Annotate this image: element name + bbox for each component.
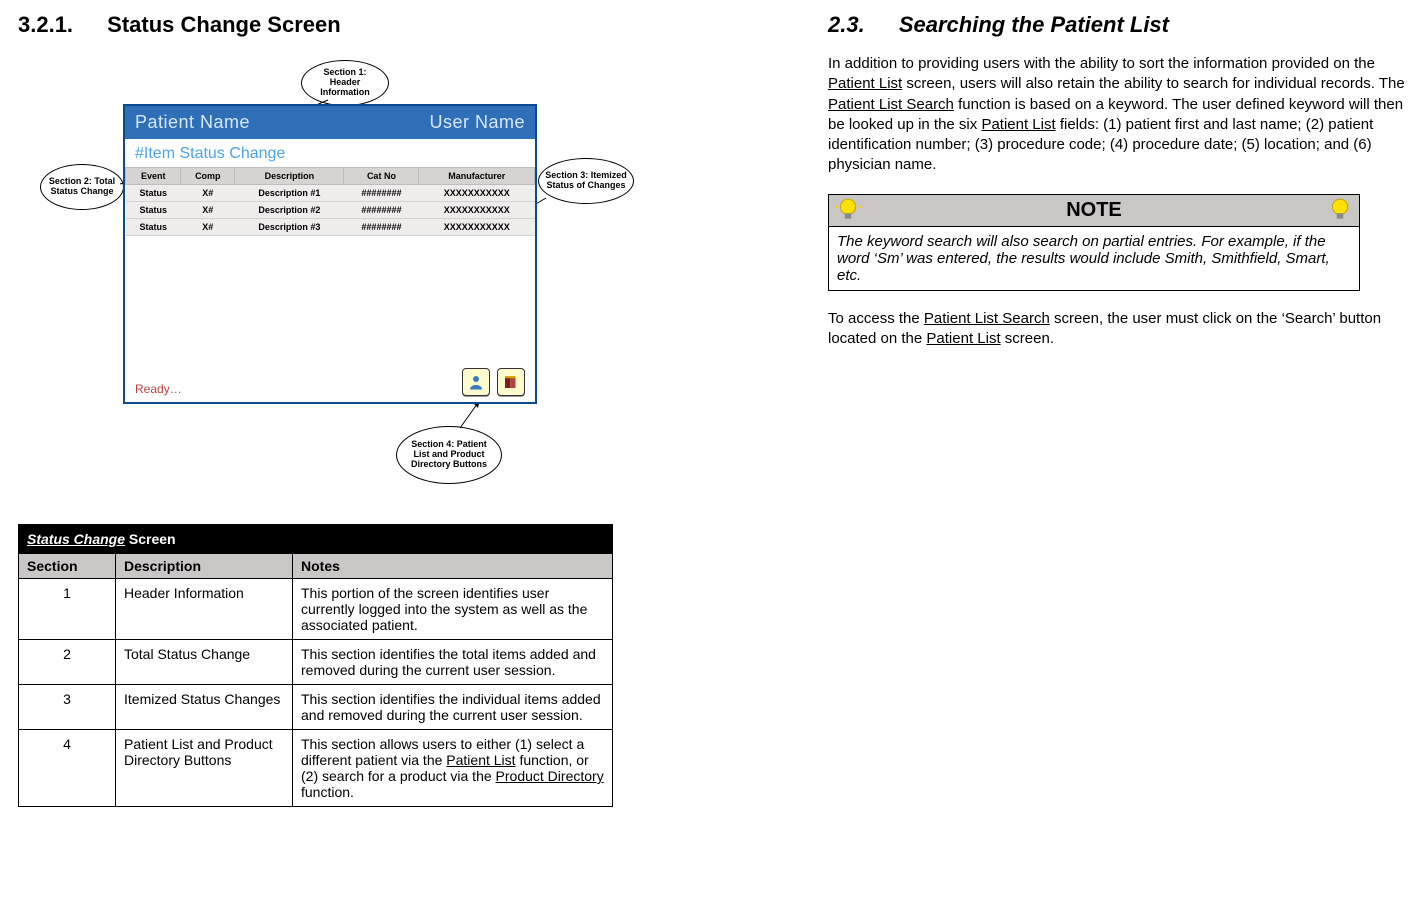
right-para-1: In addition to providing users with the … <box>828 54 1408 176</box>
desc-row4-notes: This section allows users to either (1) … <box>293 730 613 807</box>
right-heading-text: Searching the Patient List <box>899 12 1169 37</box>
status-change-desc-table: Status Change Screen Section Description… <box>18 524 613 807</box>
lightbulb-icon <box>1327 197 1353 223</box>
mock-diagram: Section 1: Header Information Section 2:… <box>18 54 618 494</box>
right-heading-num: 2.3. <box>828 12 865 38</box>
mock-status-bar: Ready… <box>125 362 535 402</box>
callout-section-1: Section 1: Header Information <box>301 60 389 106</box>
grid-row: Status X# Description #1 ######## XXXXXX… <box>126 185 535 202</box>
product-directory-icon[interactable] <box>497 368 525 396</box>
grid-header-row: Event Comp Description Cat No Manufactur… <box>126 168 535 185</box>
callout-section-3: Section 3: Itemized Status of Changes <box>538 158 634 204</box>
left-heading: 3.2.1. Status Change Screen <box>18 12 618 38</box>
desc-table-title: Status Change Screen <box>19 525 613 554</box>
right-para-2: To access the Patient List Search screen… <box>828 309 1408 350</box>
lightbulb-icon <box>835 197 861 223</box>
grid-col-desc: Description <box>235 168 344 185</box>
table-row: 2 Total Status Change This section ident… <box>19 640 613 685</box>
left-heading-text: Status Change Screen <box>107 12 341 37</box>
mock-panel: Patient Name User Name #Item Status Chan… <box>123 104 537 404</box>
mock-status-text: Ready… <box>135 382 182 396</box>
mock-grid: Event Comp Description Cat No Manufactur… <box>125 167 535 362</box>
grid-col-mfr: Manufacturer <box>419 168 535 185</box>
mock-header-right: User Name <box>429 112 525 133</box>
mock-header-left: Patient Name <box>135 112 250 133</box>
right-heading: 2.3. Searching the Patient List <box>828 12 1408 38</box>
mock-subheader: #Item Status Change <box>125 139 535 167</box>
grid-row: Status X# Description #3 ######## XXXXXX… <box>126 219 535 236</box>
table-row: 1 Header Information This portion of the… <box>19 579 613 640</box>
mock-action-icons <box>458 368 525 396</box>
note-head: NOTE <box>829 195 1359 227</box>
desc-table-head: Section Description Notes <box>19 554 613 579</box>
note-body: The keyword search will also search on p… <box>829 227 1359 290</box>
patient-list-icon[interactable] <box>462 368 490 396</box>
callout-section-4: Section 4: Patient List and Product Dire… <box>396 426 502 484</box>
note-box: NOTE The keyword search will also search… <box>828 194 1360 291</box>
grid-col-catno: Cat No <box>344 168 419 185</box>
table-row: 4 Patient List and Product Directory But… <box>19 730 613 807</box>
table-row: 3 Itemized Status Changes This section i… <box>19 685 613 730</box>
left-heading-num: 3.2.1. <box>18 12 73 38</box>
grid-col-event: Event <box>126 168 181 185</box>
grid-col-comp: Comp <box>181 168 235 185</box>
mock-header-bar: Patient Name User Name <box>125 106 535 139</box>
callout-section-2: Section 2: Total Status Change <box>40 164 124 210</box>
grid-row: Status X# Description #2 ######## XXXXXX… <box>126 202 535 219</box>
